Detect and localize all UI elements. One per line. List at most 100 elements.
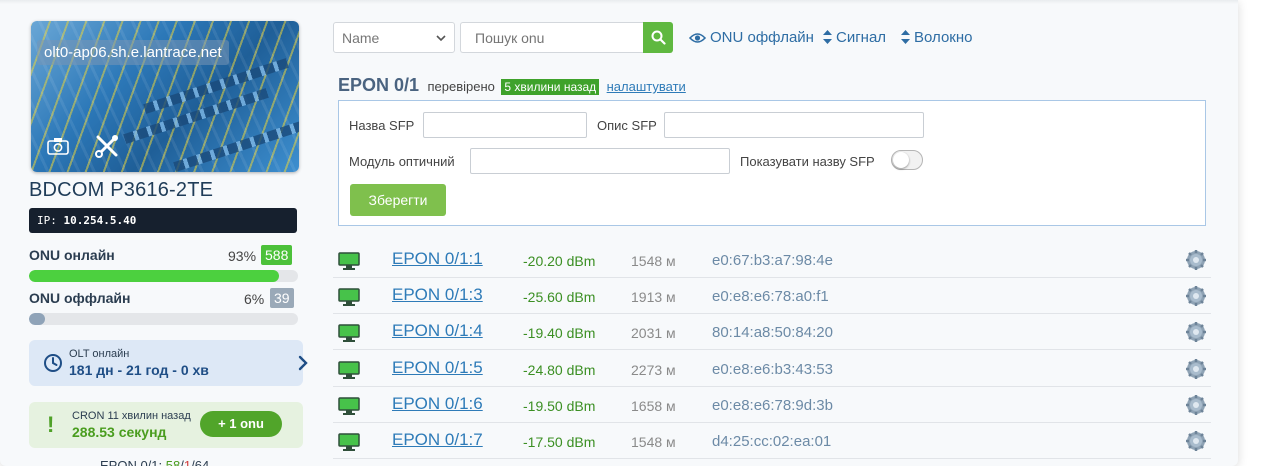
onu-online-count-badge[interactable]: 588 — [261, 245, 293, 265]
sfp-settings-form: Назва SFP Опис SFP Модуль оптичний Показ… — [338, 100, 1206, 226]
cron-label: CRON 11 хвилин назад — [72, 410, 191, 422]
sort-by-signal-label: Сигнал — [836, 29, 887, 46]
save-button[interactable]: Зберегти — [350, 184, 446, 216]
onu-mac: e0:e8:e6:78:9d:3b — [712, 396, 833, 414]
epon-port-heading: EPON 0/1 перевірено 5 хвилини назад нала… — [338, 75, 686, 96]
onu-mac: e0:67:b3:a7:98:4e — [712, 252, 833, 269]
onu-mac: d4:25:cc:02:ea:01 — [712, 433, 832, 450]
onu-distance: 2273 м — [631, 361, 676, 378]
wrench-icon[interactable] — [94, 133, 120, 159]
gear-icon[interactable] — [1185, 358, 1207, 380]
camera-icon[interactable] — [47, 137, 69, 155]
onu-distance: 1548 м — [631, 253, 676, 269]
gear-icon[interactable] — [1185, 430, 1207, 452]
olt-card: olt0-ap06.sh.e.lantrace.net BDCOM P3616-… — [0, 0, 1238, 466]
top-shadow — [0, 0, 1238, 4]
onu-offline-count-badge[interactable]: 39 — [270, 288, 294, 308]
sort-field-select[interactable]: Name — [333, 22, 455, 53]
gear-icon[interactable] — [1185, 249, 1207, 271]
onu-offline-filter-label: ONU оффлайн — [710, 29, 814, 46]
monitor-icon — [338, 397, 360, 415]
clock-icon — [44, 354, 62, 372]
cron-card: ! CRON 11 хвилин назад 288.53 секунд + 1… — [29, 402, 303, 448]
onu-row: EPON 0/1:3 -25.60 dBm 1913 м e0:e8:e6:78:a0… — [333, 278, 1211, 315]
onu-online-bar-fill — [29, 270, 280, 282]
cron-duration: 288.53 секунд — [72, 424, 167, 440]
sort-field-value: Name — [342, 30, 380, 46]
ip-bar[interactable]: IP: 10.254.5.40 — [29, 208, 297, 233]
onu-signal: -25.60 dBm — [523, 289, 596, 306]
onu-signal: -17.50 dBm — [523, 434, 596, 450]
sort-by-fiber-link[interactable]: Волокно — [901, 29, 972, 46]
onu-name-link[interactable]: EPON 0/1:7 — [392, 430, 483, 450]
onu-offline-percent: 6% — [244, 291, 265, 307]
optical-module-label: Модуль оптичний — [349, 154, 455, 169]
ip-address: 10.254.5.40 — [63, 214, 137, 227]
onu-distance: 2031 м — [631, 325, 676, 342]
photo-ports — [173, 116, 299, 172]
onu-online-bar — [29, 270, 298, 282]
onu-mac: e0:e8:e6:b3:43:53 — [712, 360, 833, 378]
search-button[interactable] — [643, 22, 673, 53]
onu-row: EPON 0/1:5 -24.80 dBm 2273 м e0:e8:e6:b3:43… — [333, 351, 1211, 387]
page: olt0-ap06.sh.e.lantrace.net BDCOM P3616-… — [0, 0, 1280, 466]
sort-icon — [901, 30, 910, 44]
onu-name-link[interactable]: EPON 0/1:1 — [392, 249, 483, 269]
gear-icon[interactable] — [1185, 321, 1207, 343]
onu-row: EPON 0/1:7 -17.50 dBm 1548 м d4:25:cc:02:ea… — [333, 423, 1211, 459]
sfp-name-label: Назва SFP — [349, 118, 415, 133]
monitor-icon — [338, 288, 360, 307]
sort-by-signal-link[interactable]: Сигнал — [823, 29, 886, 46]
device-hostname: olt0-ap06.sh.e.lantrace.net — [37, 40, 229, 65]
search-icon — [651, 30, 666, 45]
chevron-right-icon[interactable] — [297, 355, 309, 371]
onu-row: EPON 0/1:6 -19.50 dBm 1658 м e0:e8:e6:78:9d… — [333, 387, 1211, 423]
configure-link[interactable]: налаштувати — [607, 79, 686, 94]
onu-online-percent: 93% — [228, 248, 257, 264]
onu-mac: e0:e8:e6:78:a0:f1 — [712, 288, 829, 306]
chevron-down-icon — [436, 35, 446, 42]
onu-offline-filter-link[interactable]: ONU оффлайн — [689, 29, 814, 46]
monitor-icon — [338, 324, 360, 343]
sort-icon — [823, 30, 832, 44]
sort-by-fiber-label: Волокно — [914, 29, 973, 46]
onu-offline-bar-fill — [29, 313, 46, 325]
onu-name-link[interactable]: EPON 0/1:4 — [392, 321, 483, 341]
monitor-icon — [338, 360, 360, 379]
checked-ago-badge: 5 хвилини назад — [501, 79, 600, 95]
sfp-description-label: Опис SFP — [597, 118, 657, 133]
onu-name-link[interactable]: EPON 0/1:5 — [392, 358, 483, 378]
onu-row: EPON 0/1:4 -19.40 dBm 2031 м 80:14:a8:50:84… — [333, 314, 1211, 351]
add-onu-button[interactable]: + 1 onu — [200, 411, 282, 437]
port-summary[interactable]: EPON 0/1: 58/1/64 — [100, 458, 209, 466]
gear-icon[interactable] — [1185, 285, 1207, 307]
sfp-name-input[interactable] — [423, 112, 587, 138]
exclamation-icon: ! — [47, 412, 55, 437]
toggle-knob — [893, 152, 909, 168]
port-summary-offline: 1 — [183, 458, 192, 466]
checked-label: перевірено — [427, 79, 495, 94]
ip-label: IP: — [37, 214, 57, 227]
port-summary-label: EPON 0/1: — [100, 458, 163, 466]
onu-row: EPON 0/1:1 -20.20 dBm 1548 м e0:67:b3:a7:98… — [333, 242, 1211, 278]
port-summary-total: 64 — [194, 458, 210, 466]
onu-mac: 80:14:a8:50:84:20 — [712, 324, 833, 342]
onu-online-label: ONU онлайн — [29, 247, 115, 263]
gear-icon[interactable] — [1185, 394, 1207, 416]
show-sfp-name-toggle[interactable] — [891, 150, 923, 170]
port-summary-online: 58 — [165, 458, 181, 466]
onu-name-link[interactable]: EPON 0/1:3 — [392, 285, 483, 305]
onu-signal: -19.50 dBm — [523, 397, 596, 414]
olt-uptime-card[interactable]: OLT онлайн 181 дн - 21 год - 0 хв — [29, 340, 308, 386]
uptime-value: 181 дн - 21 год - 0 хв — [69, 362, 209, 378]
epon-port-title: EPON 0/1 — [338, 75, 420, 95]
onu-name-link[interactable]: EPON 0/1:6 — [392, 394, 483, 414]
eye-icon — [689, 33, 706, 43]
onu-search-input[interactable] — [460, 22, 644, 53]
onu-offline-bar — [29, 313, 298, 325]
onu-signal: -24.80 dBm — [523, 361, 596, 378]
optical-module-input[interactable] — [470, 148, 730, 174]
sfp-description-input[interactable] — [664, 112, 924, 138]
monitor-icon — [338, 252, 360, 270]
onu-distance: 1658 м — [631, 397, 676, 414]
